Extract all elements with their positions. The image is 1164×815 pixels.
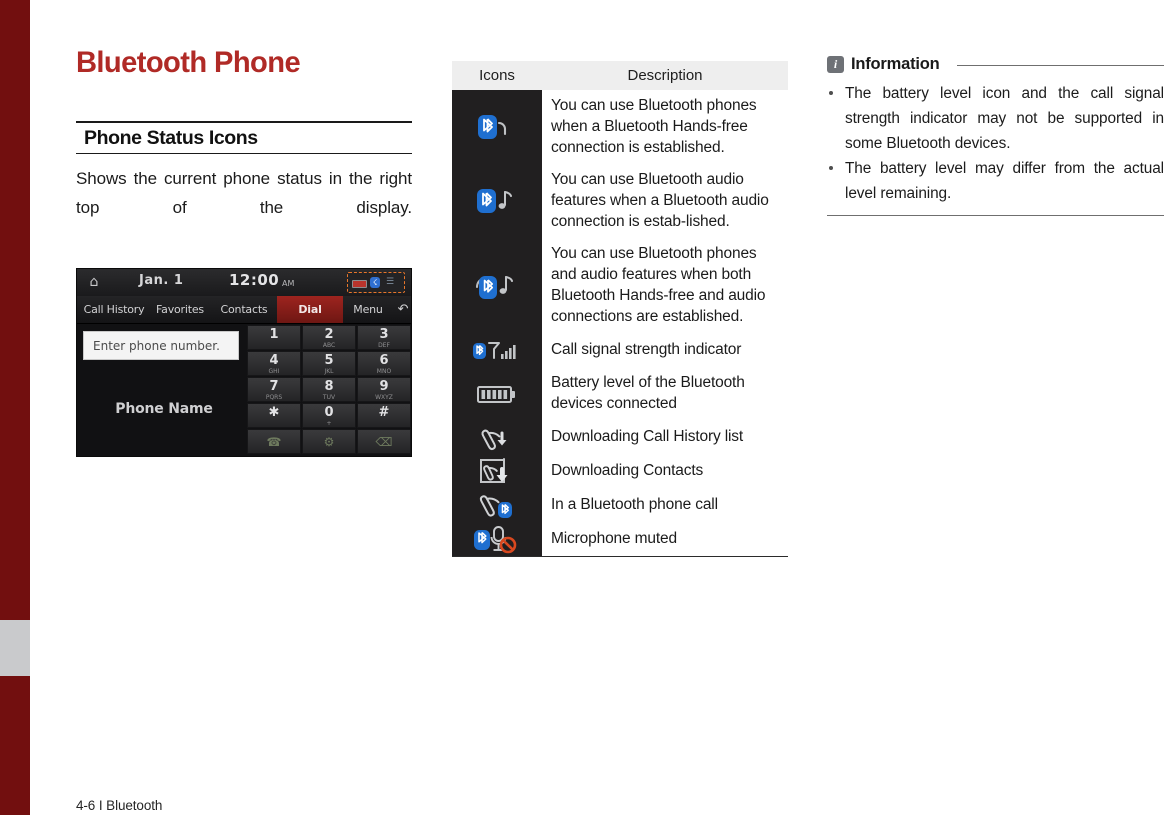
downloading-call-history-icon [452, 420, 542, 454]
table-row: Microphone muted [452, 522, 788, 557]
row-description: Microphone muted [542, 522, 788, 557]
device-tab-bar: Call History Favorites Contacts Dial Men… [77, 296, 411, 324]
spine-segment-bottom [0, 676, 30, 815]
bluetooth-icon: ☇ [370, 277, 380, 288]
device-key-3: 3 DEF [357, 325, 411, 350]
info-icon: i [827, 56, 844, 73]
row-description: Downloading Contacts [542, 454, 788, 488]
status-icons-table: Icons Description You can use Bluetooth … [452, 61, 788, 557]
row-description: Call signal strength indicator [542, 333, 788, 367]
information-header-rule [956, 65, 1164, 66]
information-header: i Information [827, 55, 1164, 74]
bluetooth-audio-icon [452, 164, 542, 238]
column-header-description: Description [542, 61, 788, 90]
device-key-8: 8 TUV [302, 377, 356, 402]
device-key-4: 4 GHI [247, 351, 301, 376]
device-tab-back: ↶ [397, 302, 409, 317]
device-key-9: 9 WXYZ [357, 377, 411, 402]
device-settings-icon: ⚙ [302, 429, 356, 454]
device-time: 12:00 [229, 271, 280, 289]
device-key-0: 0 + [302, 403, 356, 428]
table-row: Call signal strength indicator [452, 333, 788, 367]
device-phone-number-field: Enter phone number. [83, 331, 239, 360]
information-list: The battery level icon and the call sign… [827, 81, 1164, 206]
spine-segment-top [0, 0, 30, 620]
middle-column: Icons Description You can use Bluetooth … [452, 61, 788, 557]
page-footer: 4-6 I Bluetooth [76, 798, 163, 813]
battery-icon [352, 280, 367, 288]
left-column: Bluetooth Phone Phone Status Icons Shows… [76, 44, 412, 457]
device-tab-contacts: Contacts [220, 303, 268, 316]
device-tab-call-history: Call History [83, 303, 145, 316]
row-description: Battery level of the Bluetooth devices c… [542, 367, 788, 420]
list-item: The battery level may differ from the ac… [827, 156, 1164, 206]
table-row: You can use Bluetooth audio features whe… [452, 164, 788, 238]
device-key-star: ✱ [247, 403, 301, 428]
device-ampm: AM [282, 279, 295, 288]
row-description: Downloading Call History list [542, 420, 788, 454]
row-description: You can use Bluetooth phones when a Blue… [542, 90, 788, 164]
device-tab-dial: Dial [277, 296, 343, 323]
home-icon: ⌂ [89, 274, 99, 290]
table-row: In a Bluetooth phone call [452, 488, 788, 522]
row-description: You can use Bluetooth phones and audio f… [542, 238, 788, 333]
downloading-contacts-icon [452, 454, 542, 488]
bluetooth-handsfree-audio-icon [452, 238, 542, 333]
section-paragraph: Shows the current phone status in the ri… [76, 169, 412, 217]
device-status-bar: ⌂ Jan. 1 12:00 AM ☇ ☰ [77, 269, 411, 297]
device-backspace-icon: ⌫ [357, 429, 411, 454]
device-key-hash: # [357, 403, 411, 428]
list-item: The battery level icon and the call sign… [827, 81, 1164, 156]
device-date: Jan. 1 [139, 273, 184, 288]
device-key-2: 2 ABC [302, 325, 356, 350]
call-signal-strength-icon [452, 333, 542, 367]
device-status-icons-group: ☇ ☰ [347, 272, 405, 293]
device-phone-name: Phone Name [115, 401, 213, 417]
information-title: Information [851, 55, 940, 73]
table-row: Downloading Call History list [452, 420, 788, 454]
column-header-icons: Icons [452, 61, 542, 90]
device-key-1: 1 [247, 325, 301, 350]
device-key-6: 6 MNO [357, 351, 411, 376]
table-row: You can use Bluetooth phones and audio f… [452, 238, 788, 333]
signal-icon: ☰ [386, 277, 395, 287]
section-header: Phone Status Icons [76, 121, 412, 154]
table-header-row: Icons Description [452, 61, 788, 90]
device-key-5: 5 JKL [302, 351, 356, 376]
page-title: Bluetooth Phone [76, 46, 301, 79]
device-tab-favorites: Favorites [156, 303, 204, 316]
information-bottom-rule [827, 215, 1164, 216]
section-header-label: Phone Status Icons [84, 127, 258, 149]
row-description: You can use Bluetooth audio features whe… [542, 164, 788, 238]
table-row: Downloading Contacts [452, 454, 788, 488]
table-row: You can use Bluetooth phones when a Blue… [452, 90, 788, 164]
information-column: i Information The battery level icon and… [827, 55, 1164, 216]
bluetooth-handsfree-icon [452, 90, 542, 164]
device-tab-menu: Menu [353, 303, 383, 316]
device-key-7: 7 PQRS [247, 377, 301, 402]
battery-level-icon [452, 367, 542, 420]
in-bluetooth-call-icon [452, 488, 542, 522]
device-screenshot: ⌂ Jan. 1 12:00 AM ☇ ☰ Call History Favor… [76, 268, 412, 457]
device-keypad: 1 2 ABC 3 DEF 4 GHI 5 JKL 6 MNO 7 PQRS 8 TUV 9W… [247, 325, 411, 456]
microphone-muted-icon [452, 522, 542, 557]
table-row: Battery level of the Bluetooth devices c… [452, 367, 788, 420]
spine-segment-gray [0, 620, 30, 676]
device-call-icon: ☎ [247, 429, 301, 454]
page-spine [0, 0, 30, 815]
row-description: In a Bluetooth phone call [542, 488, 788, 522]
